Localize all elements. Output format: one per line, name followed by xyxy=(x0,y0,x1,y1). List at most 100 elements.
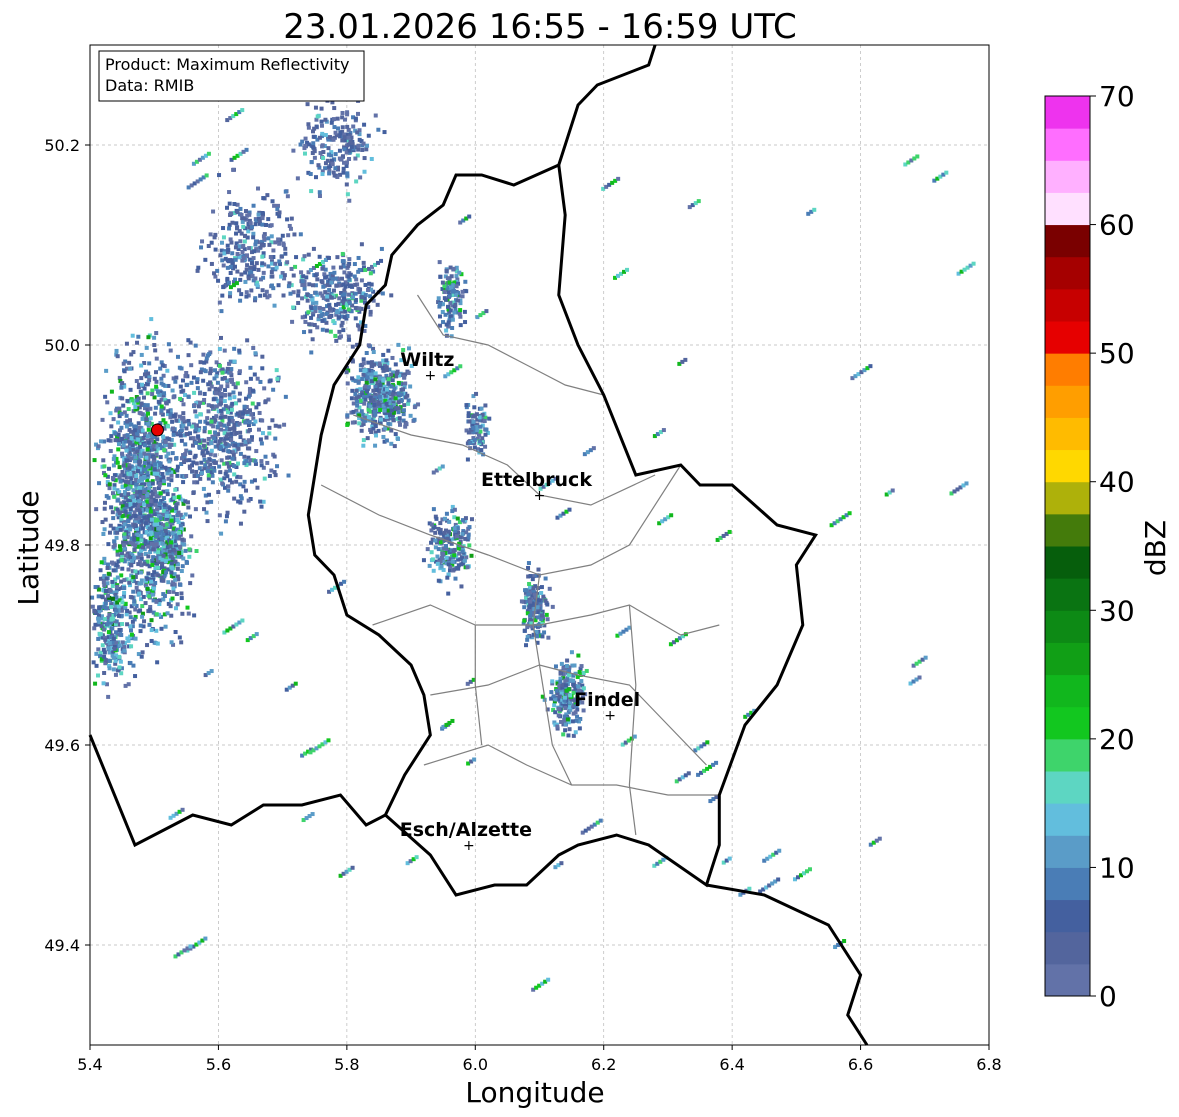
colorbar-segment xyxy=(1045,256,1090,290)
radar-echo-pixel xyxy=(244,294,249,299)
radar-echo-pixel xyxy=(545,602,550,607)
radar-echo-pixel xyxy=(169,540,174,545)
radar-echo-pixel xyxy=(137,508,142,513)
radar-echo-pixel xyxy=(406,370,411,375)
radar-echo-pixel xyxy=(166,342,171,347)
radar-echo-pixel xyxy=(246,438,251,443)
radar-echo-pixel xyxy=(168,544,173,549)
city-label: Esch/Alzette xyxy=(400,819,532,841)
radar-echo-pixel xyxy=(110,475,115,480)
radar-echo-pixel xyxy=(479,448,484,453)
radar-echo-pixel xyxy=(342,117,347,122)
radar-echo-pixel xyxy=(122,648,127,653)
radar-echo-pixel xyxy=(124,341,129,346)
radar-echo-pixel xyxy=(111,491,116,496)
radar-echo-pixel xyxy=(141,495,146,500)
radar-echo-pixel xyxy=(121,443,126,448)
radar-echo-pixel xyxy=(408,384,413,389)
radar-echo-pixel xyxy=(162,448,167,453)
radar-echo-pixel xyxy=(368,271,373,276)
radar-echo-pixel xyxy=(232,496,237,501)
radar-echo-pixel xyxy=(281,243,286,248)
radar-echo-pixel xyxy=(455,516,460,521)
radar-echo-pixel xyxy=(384,367,389,372)
radar-echo-pixel xyxy=(366,343,371,348)
radar-echo-pixel xyxy=(365,436,370,441)
radar-echo-pixel xyxy=(145,391,150,396)
radar-echo-pixel xyxy=(406,398,411,403)
radar-echo-pixel xyxy=(150,481,155,486)
radar-echo-pixel xyxy=(267,242,272,247)
radar-echo-pixel xyxy=(306,310,311,315)
radar-echo-pixel xyxy=(208,380,213,385)
radar-echo-pixel xyxy=(365,288,370,293)
radar-echo-pixel xyxy=(114,563,119,568)
radar-echo-pixel xyxy=(454,274,459,279)
radar-echo-pixel xyxy=(389,441,394,446)
radar-echo-pixel xyxy=(121,403,126,408)
radar-echo-pixel xyxy=(139,538,144,543)
radar-echo-pixel xyxy=(96,636,101,641)
radar-echo-pixel xyxy=(152,456,157,461)
radar-echo-pixel xyxy=(435,561,440,566)
radar-echo-pixel xyxy=(263,454,268,459)
radar-echo-pixel xyxy=(463,279,468,284)
radar-echo-pixel xyxy=(315,114,320,119)
radar-echo-pixel xyxy=(228,264,233,269)
radar-echo-pixel xyxy=(211,209,216,214)
radar-echo-pixel xyxy=(106,542,111,547)
radar-echo-pixel xyxy=(130,619,135,624)
radar-echo-pixel xyxy=(324,328,329,333)
radar-echo-pixel xyxy=(258,293,263,298)
radar-echo-pixel xyxy=(149,579,154,584)
radar-echo-pixel xyxy=(261,275,266,280)
radar-echo-pixel xyxy=(358,287,363,292)
radar-echo-pixel xyxy=(213,232,218,237)
radar-echo-pixel xyxy=(427,563,432,568)
radar-echo-pixel xyxy=(100,520,105,525)
radar-echo-pixel xyxy=(369,282,374,287)
radar-echo-pixel xyxy=(364,147,369,152)
radar-echo-pixel xyxy=(207,492,212,497)
radar-echo-pixel xyxy=(330,162,335,167)
radar-echo-pixel xyxy=(568,693,573,698)
radar-echo-pixel xyxy=(209,384,214,389)
radar-echo-pixel xyxy=(309,350,314,355)
radar-echo-pixel xyxy=(262,476,267,481)
radar-echo-pixel xyxy=(271,248,276,253)
radar-echo-pixel xyxy=(146,544,151,549)
radar-echo-pixel xyxy=(342,296,347,301)
radar-echo-pixel xyxy=(165,492,170,497)
radar-echo-pixel xyxy=(108,411,113,416)
radar-echo-pixel xyxy=(465,457,470,462)
radar-echo-pixel xyxy=(209,440,214,445)
radar-echo-pixel xyxy=(142,443,147,448)
radar-echo-pixel xyxy=(170,388,175,393)
radar-echo-pixel xyxy=(128,366,133,371)
radar-echo-pixel xyxy=(526,592,531,597)
radar-echo-pixel xyxy=(326,255,331,260)
radar-echo-pixel xyxy=(309,189,314,194)
radar-echo-pixel xyxy=(120,381,125,386)
radar-echo-pixel xyxy=(277,424,282,429)
radar-echo-pixel xyxy=(169,613,174,618)
radar-echo-pixel xyxy=(574,718,579,723)
radar-echo-pixel xyxy=(349,144,354,149)
radar-echo-pixel xyxy=(108,588,113,593)
radar-echo-pixel xyxy=(238,239,243,244)
radar-echo-pixel xyxy=(373,371,378,376)
radar-echo-pixel xyxy=(334,302,339,307)
radar-echo-pixel xyxy=(146,571,151,576)
radar-echo-pixel xyxy=(91,660,96,665)
radar-echo-pixel xyxy=(209,404,214,409)
radar-echo-pixel xyxy=(221,226,226,231)
radar-echo-pixel xyxy=(124,553,129,558)
radar-echo-pixel xyxy=(111,417,116,422)
radar-echo-pixel xyxy=(229,407,234,412)
radar-echo-pixel xyxy=(106,630,111,635)
radar-echo-pixel xyxy=(218,445,223,450)
radar-echo-pixel xyxy=(144,345,149,350)
radar-echo-pixel xyxy=(258,499,263,504)
radar-echo-pixel xyxy=(373,443,378,448)
radar-echo-pixel xyxy=(285,194,290,199)
